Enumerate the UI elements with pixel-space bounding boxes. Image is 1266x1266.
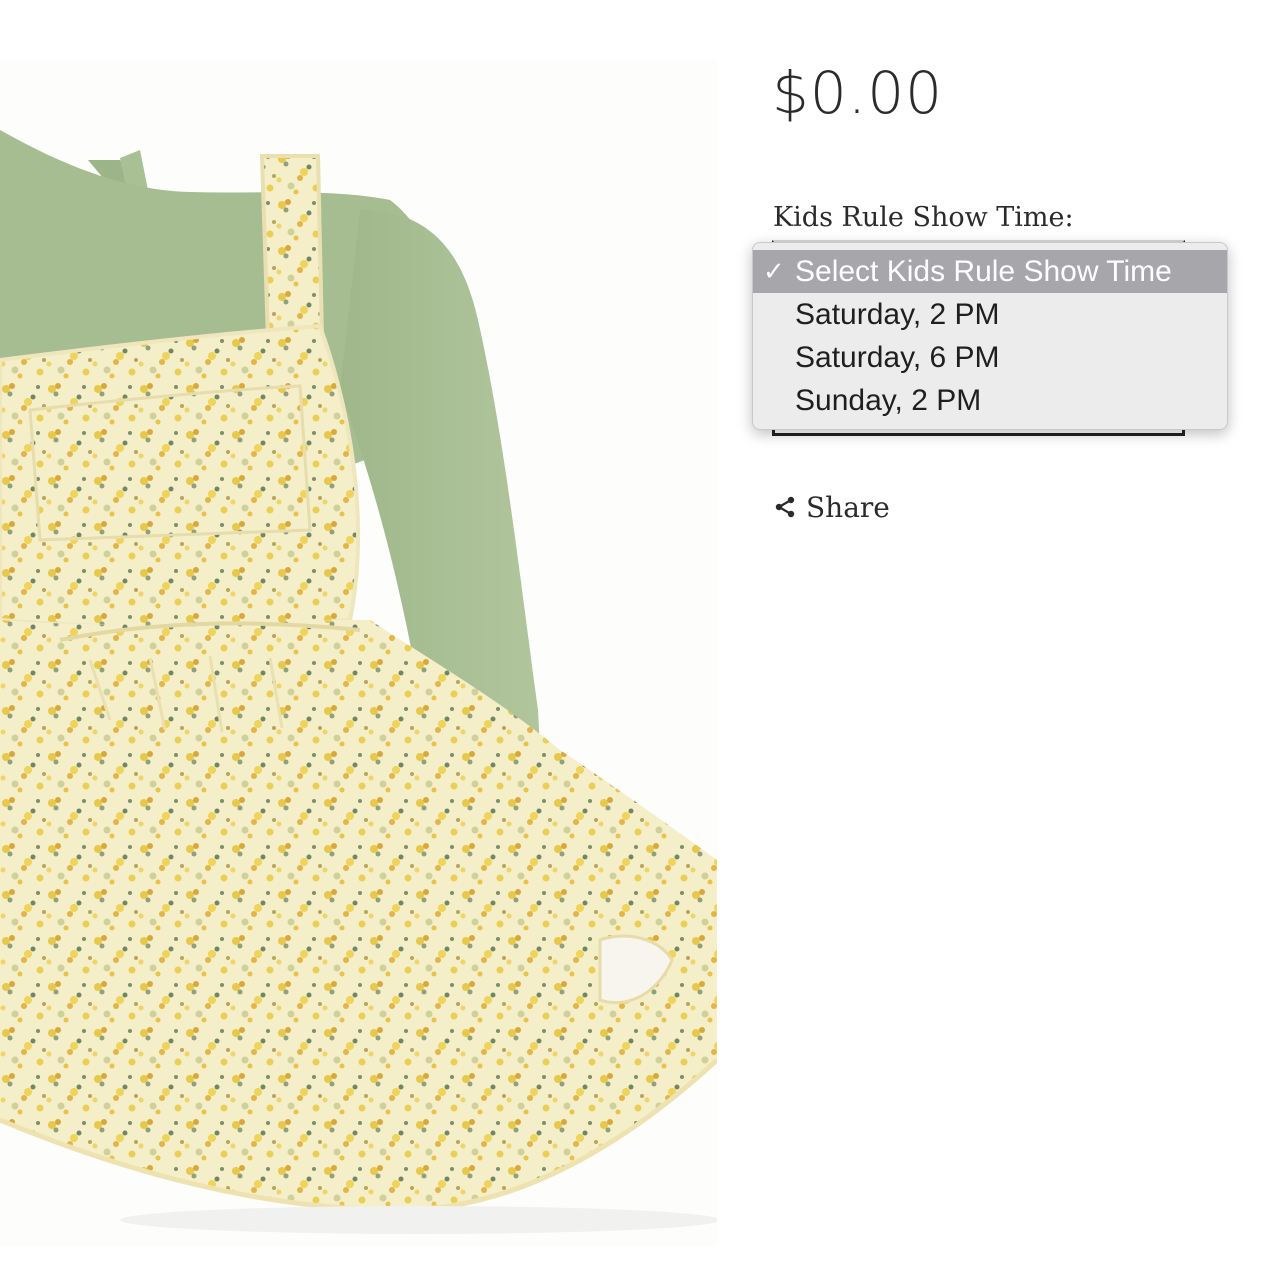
show-time-dropdown[interactable]: ✓ Select Kids Rule Show Time Saturday, 2… [752, 242, 1228, 430]
product-price: $0.00 [772, 59, 944, 127]
share-icon [775, 496, 795, 518]
dropdown-option-label: Saturday, 2 PM [795, 298, 1000, 331]
dress-illustration [0, 60, 717, 1246]
share-label: Share [806, 490, 890, 524]
dropdown-option-label: Sunday, 2 PM [795, 384, 982, 417]
product-image[interactable] [0, 60, 717, 1246]
dropdown-option-saturday-2pm[interactable]: Saturday, 2 PM [753, 293, 1227, 336]
dropdown-option-saturday-6pm[interactable]: Saturday, 6 PM [753, 336, 1227, 379]
dropdown-option-select-prompt[interactable]: ✓ Select Kids Rule Show Time [753, 250, 1227, 293]
share-link[interactable]: Share [774, 488, 890, 526]
dropdown-option-label: Select Kids Rule Show Time [795, 255, 1172, 288]
dropdown-option-sunday-2pm[interactable]: Sunday, 2 PM [753, 379, 1227, 422]
dropdown-option-label: Saturday, 6 PM [795, 341, 1000, 374]
checkmark-icon: ✓ [763, 256, 785, 286]
show-time-label: Kids Rule Show Time: [773, 202, 1074, 233]
